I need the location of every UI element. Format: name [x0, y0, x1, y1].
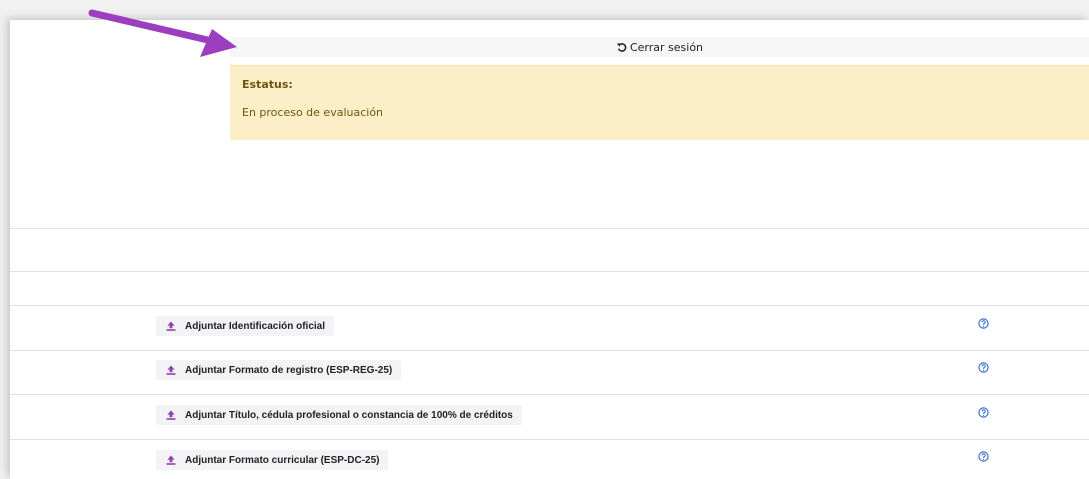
annotation-arrow-icon: [88, 9, 237, 57]
status-value: En proceso de evaluación: [242, 106, 384, 119]
logout-label: Cerrar sesión: [629, 40, 704, 54]
undo-arrow-icon: [616, 43, 627, 52]
upload-icon: [166, 321, 176, 331]
divider: [10, 228, 1089, 229]
question-circle-icon[interactable]: [978, 318, 989, 329]
divider: [10, 305, 1089, 306]
upload-curriculum-button[interactable]: Adjuntar Formato curricular (ESP-DC-25): [156, 450, 389, 470]
status-title: Estatus:: [242, 78, 293, 91]
divider: [10, 350, 1089, 351]
status-box: Estatus: En proceso de evaluación: [230, 65, 1089, 140]
upload-degree-button[interactable]: Adjuntar Título, cédula profesional o co…: [156, 405, 522, 425]
upload-registration-form-button[interactable]: Adjuntar Formato de registro (ESP-REG-25…: [156, 360, 402, 380]
question-circle-icon[interactable]: [978, 362, 989, 373]
main-panel: Cerrar sesión Estatus: En proceso de eva…: [10, 20, 1089, 479]
question-circle-icon[interactable]: [978, 407, 989, 418]
divider: [10, 439, 1089, 440]
upload-label: Adjuntar Formato curricular (ESP-DC-25): [185, 454, 380, 466]
upload-identification-button[interactable]: Adjuntar Identificación oficial: [156, 316, 335, 336]
upload-label: Adjuntar Formato de registro (ESP-REG-25…: [185, 364, 393, 376]
divider: [10, 394, 1089, 395]
upload-icon: [166, 365, 176, 375]
upload-icon: [166, 410, 176, 420]
question-circle-icon[interactable]: [978, 451, 989, 462]
divider: [10, 271, 1089, 272]
upload-label: Adjuntar Título, cédula profesional o co…: [185, 409, 513, 421]
upload-label: Adjuntar Identificación oficial: [185, 320, 326, 332]
upload-icon: [166, 455, 176, 465]
logout-button[interactable]: Cerrar sesión: [230, 37, 1089, 57]
